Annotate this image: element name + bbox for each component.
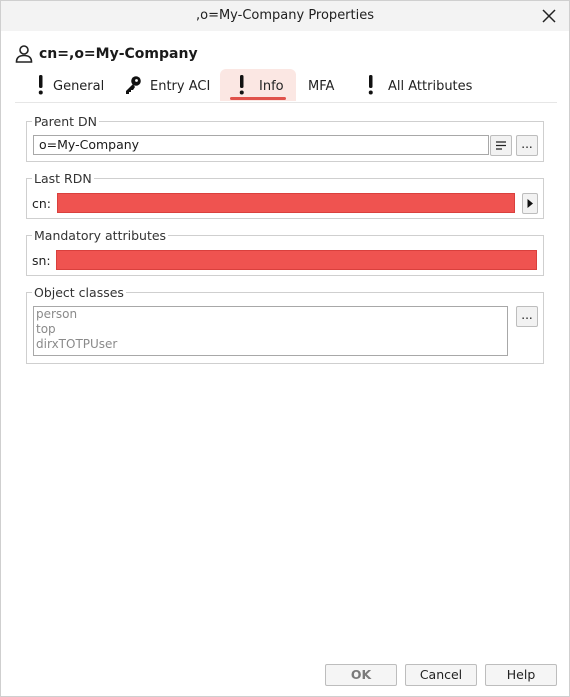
tab-label: General: [53, 79, 105, 94]
parent-dn-group: Parent DN o=My-Company ...: [26, 114, 544, 162]
tab-entry-aci[interactable]: Entry ACI: [119, 69, 215, 101]
sn-label: sn:: [32, 253, 51, 268]
tab-mfa[interactable]: MFA: [301, 69, 345, 101]
object-classes-browse-button[interactable]: ...: [516, 306, 538, 327]
play-arrow-icon: [527, 199, 533, 208]
title-bar: ,o=My-Company Properties: [1, 1, 569, 31]
parent-dn-list-button[interactable]: [490, 135, 512, 156]
list-item[interactable]: top: [34, 322, 507, 337]
entry-dn-heading: cn=,o=My-Company: [39, 46, 198, 62]
tab-general[interactable]: General: [23, 69, 109, 101]
list-item[interactable]: person: [34, 307, 507, 322]
list-item[interactable]: dirxTOTPUser: [34, 337, 507, 352]
active-tab-indicator: [230, 97, 286, 100]
mandatory-attributes-group: Mandatory attributes sn:: [26, 228, 544, 276]
tab-label: MFA: [308, 79, 335, 94]
mandatory-attributes-legend: Mandatory attributes: [32, 228, 169, 243]
window-title: ,o=My-Company Properties: [195, 8, 375, 23]
tab-info[interactable]: Info: [220, 69, 296, 101]
tab-all-attributes[interactable]: All Attributes: [357, 69, 475, 101]
exclamation-icon: [368, 75, 373, 95]
tab-bar: General Entry ACI Info MFA All Attribute…: [15, 69, 557, 103]
exclamation-icon: [239, 75, 244, 95]
cn-expand-button[interactable]: [522, 193, 538, 214]
object-classes-legend: Object classes: [32, 285, 126, 300]
properties-dialog: ,o=My-Company Properties cn=,o=My-Compan…: [0, 0, 570, 697]
tab-label: Info: [259, 79, 284, 94]
object-classes-list[interactable]: person top dirxTOTPUser: [33, 306, 508, 356]
help-button[interactable]: Help: [485, 664, 557, 686]
last-rdn-legend: Last RDN: [32, 171, 94, 186]
user-icon: [15, 45, 33, 63]
cn-input[interactable]: [57, 193, 515, 213]
cn-label: cn:: [32, 196, 52, 211]
parent-dn-field[interactable]: o=My-Company: [33, 135, 489, 155]
tab-label: Entry ACI: [150, 79, 211, 94]
last-rdn-group: Last RDN cn:: [26, 171, 544, 219]
close-icon: [542, 9, 556, 23]
list-lines-icon: [496, 141, 506, 150]
parent-dn-browse-button[interactable]: ...: [516, 135, 538, 156]
key-icon: [126, 76, 141, 94]
tab-label: All Attributes: [388, 79, 473, 94]
cancel-button[interactable]: Cancel: [405, 664, 477, 686]
close-button[interactable]: [539, 6, 559, 26]
exclamation-icon: [38, 75, 43, 95]
sn-input[interactable]: [56, 250, 537, 270]
parent-dn-legend: Parent DN: [32, 114, 99, 129]
ok-button[interactable]: OK: [325, 664, 397, 686]
object-classes-group: Object classes person top dirxTOTPUser .…: [26, 285, 544, 364]
